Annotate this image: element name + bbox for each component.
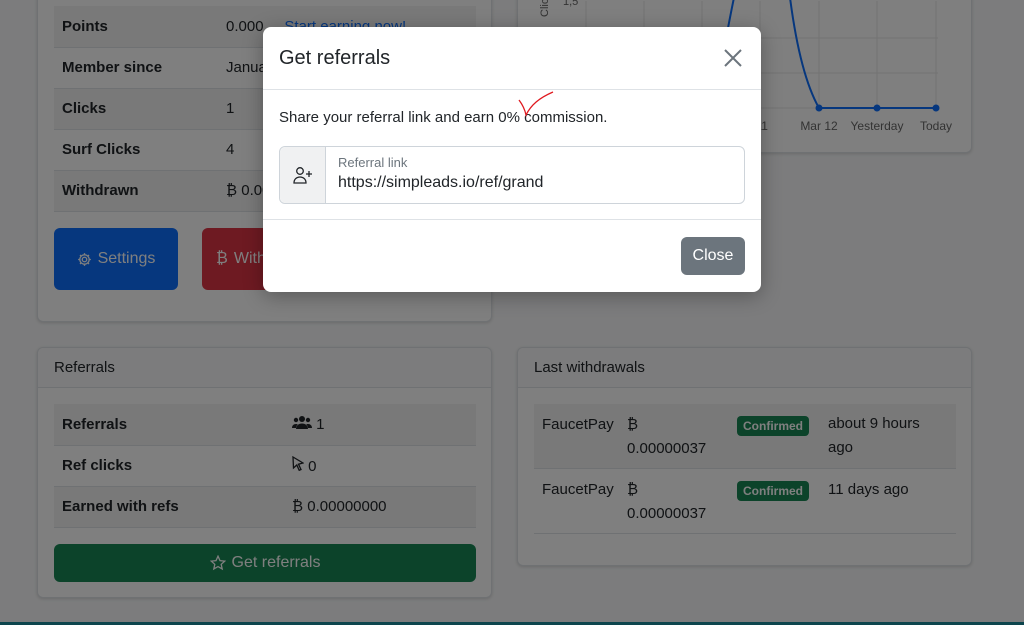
close-icon[interactable]: [721, 46, 745, 70]
close-label: Close: [692, 247, 734, 264]
modal-header: Get referrals: [263, 27, 761, 90]
referral-link-field[interactable]: Referral link https://simpleads.io/ref/g…: [326, 147, 555, 203]
referral-link-value[interactable]: https://simpleads.io/ref/grand: [338, 174, 543, 192]
modal-title: Get referrals: [279, 46, 391, 69]
modal-body: Share your referral link and earn 0% com…: [263, 90, 761, 220]
referral-link-group: Referral link https://simpleads.io/ref/g…: [279, 146, 745, 204]
referral-info-text: Share your referral link and earn 0% com…: [279, 109, 608, 126]
add-user-icon: [280, 147, 326, 203]
referral-link-label: Referral link: [338, 155, 408, 170]
close-button[interactable]: Close: [681, 237, 745, 275]
annotation-checkmark-icon: [518, 91, 554, 117]
get-referrals-modal: Get referrals Share your referral link a…: [263, 27, 761, 292]
